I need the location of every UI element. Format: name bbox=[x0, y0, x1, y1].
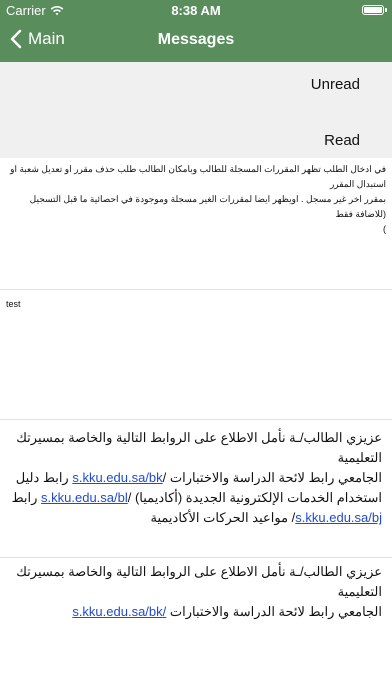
message-body: عزيزي الطالب/ـة نأمل الاطلاع على الروابط… bbox=[0, 420, 392, 528]
battery-fill bbox=[364, 7, 382, 13]
message-line: بمقرر اخر غير مسجل . اويظهر ايضا لمقررات… bbox=[29, 194, 386, 219]
message-line: عزيزي الطالب/ـة نأمل الاطلاع على الروابط… bbox=[16, 430, 382, 465]
battery-icon bbox=[362, 5, 387, 15]
message-item-2[interactable]: test bbox=[0, 290, 392, 420]
message-body: في ادخال الطلب تظهر المقررات المسجلة للط… bbox=[0, 158, 392, 241]
message-line-text: الجامعي رابط لائحة الدراسة والاختبارات bbox=[169, 604, 382, 619]
message-line: s.kku.edu.sa/bj/ مواعيد الحركات الأكاديم… bbox=[10, 508, 382, 528]
message-line-text: رابط bbox=[11, 490, 42, 505]
message-line: عزيزي الطالب/ـة نأمل الاطلاع على الروابط… bbox=[16, 564, 382, 599]
study-regulations-link[interactable]: /s.kku.edu.sa/bk bbox=[72, 604, 166, 619]
message-item-1[interactable]: في ادخال الطلب تظهر المقررات المسجلة للط… bbox=[0, 158, 392, 290]
message-line: الجامعي رابط لائحة الدراسة والاختبارات /… bbox=[10, 468, 382, 488]
message-item-4[interactable]: عزيزي الطالب/ـة نأمل الاطلاع على الروابط… bbox=[0, 558, 392, 696]
message-line: استخدام الخدمات الإلكترونية الجديدة (أكا… bbox=[10, 488, 382, 508]
message-body: عزيزي الطالب/ـة نأمل الاطلاع على الروابط… bbox=[0, 558, 392, 622]
study-regulations-link[interactable]: s.kku.edu.sa/bk bbox=[72, 470, 162, 485]
message-line-text: الجامعي رابط لائحة الدراسة والاختبارات / bbox=[162, 470, 382, 485]
academic-dates-link[interactable]: s.kku.edu.sa/bj bbox=[295, 510, 382, 525]
message-line-text: / مواعيد الحركات الأكاديمية bbox=[150, 510, 296, 525]
status-time: 8:38 AM bbox=[171, 3, 221, 18]
message-line-text: استخدام الخدمات الإلكترونية الجديدة (أكا… bbox=[127, 490, 382, 505]
filter-area: Unread Read bbox=[0, 62, 392, 158]
message-body: test bbox=[0, 290, 392, 316]
message-line: ) bbox=[383, 224, 386, 234]
navigation-bar: Main Messages bbox=[0, 20, 392, 62]
message-line: الجامعي رابط لائحة الدراسة والاختبارات /… bbox=[10, 602, 382, 622]
message-item-3[interactable]: عزيزي الطالب/ـة نأمل الاطلاع على الروابط… bbox=[0, 420, 392, 558]
message-line: في ادخال الطلب تظهر المقررات المسجلة للط… bbox=[10, 164, 386, 189]
e-services-guide-link[interactable]: s.kku.edu.sa/bl bbox=[41, 490, 128, 505]
chevron-left-icon bbox=[10, 29, 22, 49]
status-bar: Carrier 8:38 AM bbox=[0, 0, 392, 20]
unread-button[interactable]: Unread bbox=[311, 76, 360, 93]
message-line-text: رابط دليل bbox=[15, 470, 73, 485]
back-button[interactable]: Main bbox=[10, 29, 65, 49]
message-text: test bbox=[6, 299, 21, 309]
back-button-label: Main bbox=[28, 29, 65, 48]
read-button[interactable]: Read bbox=[324, 132, 360, 149]
